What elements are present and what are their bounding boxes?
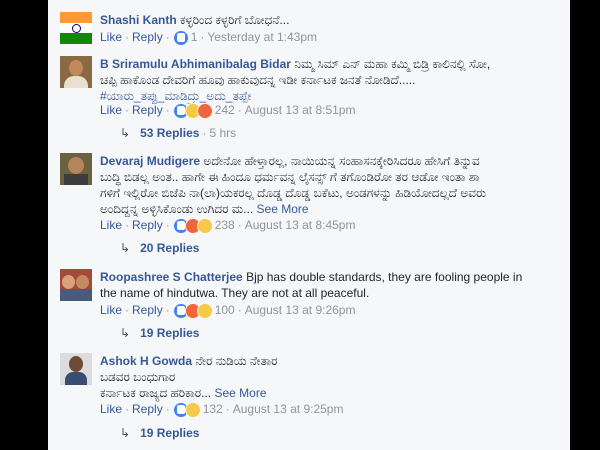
reactions-icon[interactable] bbox=[172, 30, 189, 47]
replies-link[interactable]: ↳ 53 Replies · 5 hrs bbox=[120, 125, 236, 141]
comment-text: ಬಡವರ ಬಂಧುಗಾರ bbox=[100, 370, 176, 384]
like-button[interactable]: Like bbox=[100, 103, 122, 117]
reply-button[interactable]: Reply bbox=[132, 103, 163, 117]
reactions-icon[interactable] bbox=[172, 402, 201, 419]
comment-author[interactable]: Devaraj Mudigere bbox=[100, 154, 200, 168]
comment-body: Roopashree S Chatterjee Bjp has double s… bbox=[100, 269, 560, 301]
reply-arrow-icon: ↳ bbox=[120, 426, 131, 440]
reply-arrow-icon: ↳ bbox=[120, 126, 131, 140]
reply-button[interactable]: Reply bbox=[132, 30, 163, 44]
see-more-link[interactable]: See More bbox=[257, 202, 309, 216]
comment-actions: Like · Reply · 242 · August 13 at 8:51pm bbox=[100, 102, 356, 120]
comment-body: Ashok H Gowda ನೇರ ನುಡಿಯ ನೇತಾರ ಬಡವರ ಬಂಧುಗ… bbox=[100, 353, 560, 401]
reaction-count[interactable]: 1 bbox=[191, 30, 198, 44]
comment-text: ಅದೇನೋ ಹೇಳ್ತಾರಲ್ಲ, ನಾಯಿಯನ್ನ ಸಂಹಾಸನಕ್ಕೇರಿಸ… bbox=[203, 154, 480, 168]
reaction-count[interactable]: 238 bbox=[215, 218, 235, 232]
comment-thread: Shashi Kanth ಕಳ್ಳರಿಂದ ಕಳ್ಳರಿಗೆ ಬೋಧನೆ... … bbox=[48, 0, 570, 450]
comment-actions: Like · Reply · 238 · August 13 at 8:45pm bbox=[100, 217, 356, 235]
avatar[interactable] bbox=[60, 12, 92, 44]
avatar[interactable] bbox=[60, 353, 92, 385]
reaction-count[interactable]: 132 bbox=[203, 402, 223, 416]
reply-button[interactable]: Reply bbox=[132, 303, 163, 317]
avatar[interactable] bbox=[60, 56, 92, 88]
reaction-count[interactable]: 242 bbox=[215, 103, 235, 117]
comment-time[interactable]: August 13 at 8:51pm bbox=[245, 103, 356, 117]
replies-link[interactable]: ↳ 20 Replies bbox=[120, 240, 199, 256]
comment-text: ನೇರ ನುಡಿಯ ನೇತಾರ bbox=[195, 354, 278, 368]
like-button[interactable]: Like bbox=[100, 30, 122, 44]
comment-body: Devaraj Mudigere ಅದೇನೋ ಹೇಳ್ತಾರಲ್ಲ, ನಾಯಿಯ… bbox=[100, 153, 560, 217]
comment-text: ಬುದ್ಧಿ ಬಿಡಲ್ಲ ಅಂತ.. ಹಾಗೇ ಈ ಹಿಂದೂ ಧರ್ಮವನ್… bbox=[100, 170, 480, 184]
comment-text: Bjp has double standards, they are fooli… bbox=[246, 270, 523, 284]
comment-author[interactable]: Roopashree S Chatterjee bbox=[100, 270, 243, 284]
comment-time[interactable]: Yesterday at 1:43pm bbox=[207, 30, 317, 44]
see-more-link[interactable]: See More bbox=[214, 386, 266, 400]
reply-button[interactable]: Reply bbox=[132, 402, 163, 416]
comment-text: ನಿಮ್ಮ ಸಿಮ್ ಎನ್ ಮಹಾ ಕಮ್ಮಿ ಬಿಡ್ರಿ ಕಾಲಿನಲ್ಲ… bbox=[294, 57, 491, 71]
comment-text: ಗಳಿಗೆ ಇಲ್ಲಿರೋ ಬಿಜೆಪಿ ನಾ(ಲಾ)ಯಕರಲ್ಲ ದೊಡ್ಡ … bbox=[100, 186, 487, 200]
like-button[interactable]: Like bbox=[100, 402, 122, 416]
comment-body: Shashi Kanth ಕಳ್ಳರಿಂದ ಕಳ್ಳರಿಗೆ ಬೋಧನೆ... bbox=[100, 12, 560, 28]
reactions-icon[interactable] bbox=[172, 103, 213, 120]
avatar[interactable] bbox=[60, 269, 92, 301]
comment-actions: Like · Reply · 1 · Yesterday at 1:43pm bbox=[100, 29, 317, 47]
comment-body: B Sriramulu Abhimanibalag Bidar ನಿಮ್ಮ ಸಿ… bbox=[100, 56, 560, 104]
like-button[interactable]: Like bbox=[100, 303, 122, 317]
avatar[interactable] bbox=[60, 153, 92, 185]
comment-time[interactable]: August 13 at 9:25pm bbox=[233, 402, 344, 416]
comment-text: ಕಳ್ಳರಿಂದ ಕಳ್ಳರಿಗೆ ಬೋಧನೆ... bbox=[180, 13, 290, 27]
replies-link[interactable]: ↳ 19 Replies bbox=[120, 325, 199, 341]
reaction-count[interactable]: 100 bbox=[215, 303, 235, 317]
reply-arrow-icon: ↳ bbox=[120, 241, 131, 255]
reply-button[interactable]: Reply bbox=[132, 218, 163, 232]
comment-time[interactable]: August 13 at 8:45pm bbox=[245, 218, 356, 232]
comment-text: ಚಪ್ಪಿ ಹಾಕೊಂಡ ದೇವರಿಗೆ ಹೂವು ಹಾಕುವುದನ್ನ ಇಡೀ… bbox=[100, 73, 416, 87]
comment-author[interactable]: B Sriramulu Abhimanibalag Bidar bbox=[100, 57, 291, 71]
comment-time[interactable]: August 13 at 9:26pm bbox=[245, 303, 356, 317]
comment-actions: Like · Reply · 100 · August 13 at 9:26pm bbox=[100, 302, 356, 320]
hashtag-link[interactable]: #ಯಾರು_ತಪ್ಪು_ಮಾಡಿದ್ರು_ಅದು_ತಪ್ಪೇ bbox=[100, 89, 251, 103]
comment-author[interactable]: Ashok H Gowda bbox=[100, 354, 192, 368]
reactions-icon[interactable] bbox=[172, 303, 213, 320]
comment-actions: Like · Reply · 132 · August 13 at 9:25pm bbox=[100, 401, 344, 419]
comment-author[interactable]: Shashi Kanth bbox=[100, 13, 177, 27]
comment-text: ಅಂದಿದ್ದನ್ನ ಅಳ್ಳಿಸಿಕೊಂಡು ಉಗಿದರ ಮ... bbox=[100, 202, 254, 216]
replies-link[interactable]: ↳ 19 Replies bbox=[120, 425, 199, 441]
comment-text: ಕರ್ನಾಟಕ ರಾಜ್ಯದ ಹರಿಕಾರ... bbox=[100, 386, 212, 400]
comment-text: the name of hindutwa. They are not at al… bbox=[100, 286, 370, 300]
reactions-icon[interactable] bbox=[172, 218, 213, 235]
reply-arrow-icon: ↳ bbox=[120, 326, 131, 340]
like-button[interactable]: Like bbox=[100, 218, 122, 232]
